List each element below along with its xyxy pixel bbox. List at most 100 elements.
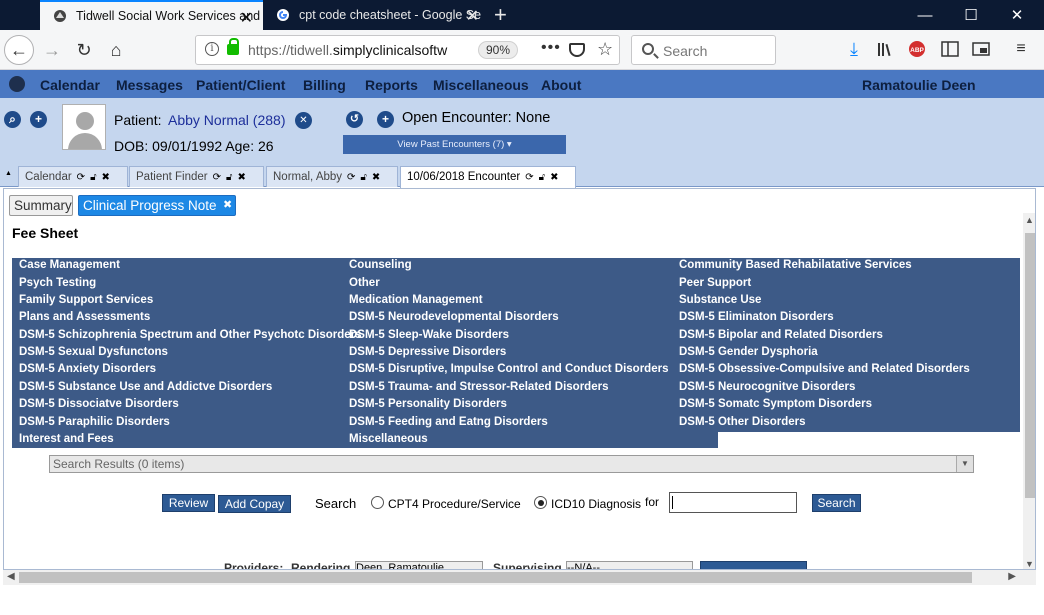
- tab-calendar[interactable]: Calendar ⟳ 🔓︎ ✖: [18, 166, 128, 187]
- new-encounter-icon[interactable]: +: [377, 111, 394, 128]
- close-icon[interactable]: ✖: [372, 168, 380, 188]
- fee-category-item[interactable]: DSM-5 Paraphilic Disorders: [19, 416, 170, 428]
- search-results-select[interactable]: Search Results (0 items) ▼: [49, 455, 974, 473]
- close-icon[interactable]: ✖: [102, 168, 110, 188]
- refresh-icon[interactable]: ⟳: [213, 168, 221, 188]
- scroll-right-icon[interactable]: ▶: [1008, 571, 1016, 582]
- pocket-icon[interactable]: [569, 43, 585, 57]
- collapse-icon[interactable]: ▲: [5, 170, 12, 177]
- fee-category-item[interactable]: Plans and Assessments: [19, 311, 150, 323]
- fee-category-item[interactable]: DSM-5 Depressive Disorders: [349, 346, 506, 358]
- providers-action-button[interactable]: [700, 561, 807, 569]
- rendering-select[interactable]: Deen, Ramatoulie: [355, 561, 483, 569]
- tab-encounter[interactable]: 10/06/2018 Encounter ⟳ 🔓︎ ✖: [400, 166, 576, 188]
- fee-category-item[interactable]: DSM-5 Substance Use and Addictve Disorde…: [19, 381, 272, 393]
- fee-category-item[interactable]: Other: [349, 277, 380, 289]
- fee-category-item[interactable]: DSM-5 Sexual Dysfunctons: [19, 346, 168, 358]
- fee-category-item[interactable]: DSM-5 Gender Dysphoria: [679, 346, 818, 358]
- fee-category-item[interactable]: DSM-5 Personality Disorders: [349, 398, 507, 410]
- menu-about[interactable]: About: [541, 77, 581, 93]
- info-icon[interactable]: i: [205, 42, 219, 56]
- close-tab-icon[interactable]: ✕: [466, 6, 479, 26]
- horizontal-scrollbar[interactable]: ◀ ▶: [3, 570, 1036, 585]
- unlock-icon[interactable]: 🔓︎: [360, 168, 366, 188]
- browser-search-input[interactable]: Search: [631, 35, 776, 65]
- chevron-down-icon[interactable]: ▼: [956, 456, 973, 472]
- fee-category-item[interactable]: Substance Use: [679, 294, 761, 306]
- unlock-icon[interactable]: 🔓︎: [539, 168, 545, 188]
- fee-category-item[interactable]: DSM-5 Feeding and Eatng Disorders: [349, 416, 548, 428]
- fee-category-item[interactable]: DSM-5 Dissociatve Disorders: [19, 398, 179, 410]
- close-icon[interactable]: ✖: [550, 168, 558, 188]
- refresh-icon[interactable]: ⟳: [347, 168, 355, 188]
- fee-category-item[interactable]: DSM-5 Disruptive, Impulse Control and Co…: [349, 363, 668, 375]
- refresh-icon[interactable]: ⟳: [525, 168, 533, 188]
- unlock-icon[interactable]: 🔓︎: [226, 168, 232, 188]
- downloads-icon[interactable]: ⤓: [843, 38, 865, 60]
- add-patient-icon[interactable]: +: [30, 111, 47, 128]
- scroll-down-icon[interactable]: ▼: [1025, 559, 1034, 569]
- home-button[interactable]: ⌂: [102, 36, 130, 64]
- scroll-up-icon[interactable]: ▲: [1025, 215, 1034, 225]
- menu-messages[interactable]: Messages: [116, 77, 183, 93]
- browser-tab-google[interactable]: cpt code cheatsheet - Google Se ✕: [263, 0, 489, 30]
- menu-patient-client[interactable]: Patient/Client: [196, 77, 285, 93]
- tab-normal-abby[interactable]: Normal, Abby ⟳ 🔓︎ ✖: [266, 166, 398, 187]
- fee-category-item[interactable]: DSM-5 Sleep-Wake Disorders: [349, 329, 509, 341]
- tab-summary[interactable]: Summary: [9, 195, 73, 216]
- scroll-left-icon[interactable]: ◀: [7, 571, 15, 582]
- vertical-scrollbar[interactable]: ▲ ▼: [1023, 213, 1035, 569]
- history-icon[interactable]: ↺: [346, 111, 363, 128]
- cpt4-radio[interactable]: [371, 496, 384, 509]
- menu-reports[interactable]: Reports: [365, 77, 418, 93]
- view-past-encounters-button[interactable]: View Past Encounters (7) ▾: [343, 135, 566, 154]
- add-copay-button[interactable]: Add Copay: [218, 495, 291, 513]
- new-tab-button[interactable]: +: [494, 2, 507, 28]
- url-text[interactable]: https://tidwell.simplyclinicalsoftw: [248, 42, 468, 58]
- search-patient-icon[interactable]: ⌕: [4, 111, 21, 128]
- fee-category-item[interactable]: Psych Testing: [19, 277, 96, 289]
- fee-category-item[interactable]: Miscellaneous: [349, 433, 428, 445]
- close-tab-icon[interactable]: ✕: [240, 8, 253, 28]
- fee-category-item[interactable]: Interest and Fees: [19, 433, 114, 445]
- search-button[interactable]: Search: [812, 494, 861, 512]
- fee-category-item[interactable]: DSM-5 Trauma- and Stressor-Related Disor…: [349, 381, 608, 393]
- menu-calendar[interactable]: Calendar: [40, 77, 100, 93]
- zoom-level-badge[interactable]: 90%: [478, 41, 519, 59]
- close-icon[interactable]: ✖: [237, 168, 245, 188]
- back-button[interactable]: ←: [4, 35, 34, 65]
- fee-category-item[interactable]: DSM-5 Other Disorders: [679, 416, 806, 428]
- page-actions-icon[interactable]: •••: [541, 39, 561, 57]
- lock-icon[interactable]: [227, 38, 239, 55]
- forward-button[interactable]: →: [38, 36, 66, 64]
- close-window-icon[interactable]: ✕: [994, 0, 1040, 30]
- clear-patient-icon[interactable]: ✕: [295, 112, 312, 129]
- browser-tab-tidwell[interactable]: Tidwell Social Work Services and ✕: [40, 0, 263, 30]
- menu-miscellaneous[interactable]: Miscellaneous: [433, 77, 529, 93]
- fee-category-item[interactable]: Case Management: [19, 259, 120, 271]
- search-term-input[interactable]: [669, 492, 797, 513]
- fee-category-item[interactable]: DSM-5 Obsessive-Compulsive and Related D…: [679, 363, 970, 375]
- refresh-icon[interactable]: ⟳: [77, 168, 85, 188]
- maximize-icon[interactable]: ☐: [948, 0, 994, 30]
- close-icon[interactable]: ✖: [223, 196, 232, 215]
- tab-clinical-progress-note[interactable]: Clinical Progress Note ✖: [78, 195, 236, 216]
- fee-category-item[interactable]: DSM-5 Neurodevelopmental Disorders: [349, 311, 559, 323]
- fee-category-item[interactable]: Medication Management: [349, 294, 483, 306]
- fee-category-item[interactable]: Family Support Services: [19, 294, 153, 306]
- fee-category-item[interactable]: DSM-5 Neurocognitve Disorders: [679, 381, 855, 393]
- supervising-select[interactable]: --N/A--: [566, 561, 693, 569]
- adblock-icon[interactable]: ABP: [906, 38, 928, 60]
- tab-patient-finder[interactable]: Patient Finder ⟳ 🔓︎ ✖: [129, 166, 264, 187]
- url-bar[interactable]: i https://tidwell.simplyclinicalsoftw 90…: [195, 35, 620, 65]
- bookmark-star-icon[interactable]: ☆: [597, 39, 613, 60]
- scrollbar-thumb[interactable]: [19, 572, 972, 583]
- library-icon[interactable]: [875, 38, 897, 60]
- hamburger-menu-icon[interactable]: ≡: [1010, 38, 1032, 60]
- fee-category-item[interactable]: DSM-5 Bipolar and Related Disorders: [679, 329, 883, 341]
- patient-name-link[interactable]: Abby Normal (288): [168, 112, 286, 128]
- fee-category-item[interactable]: DSM-5 Eliminaton Disorders: [679, 311, 834, 323]
- fee-category-item[interactable]: Counseling: [349, 259, 412, 271]
- fee-category-item[interactable]: Peer Support: [679, 277, 751, 289]
- menu-billing[interactable]: Billing: [303, 77, 346, 93]
